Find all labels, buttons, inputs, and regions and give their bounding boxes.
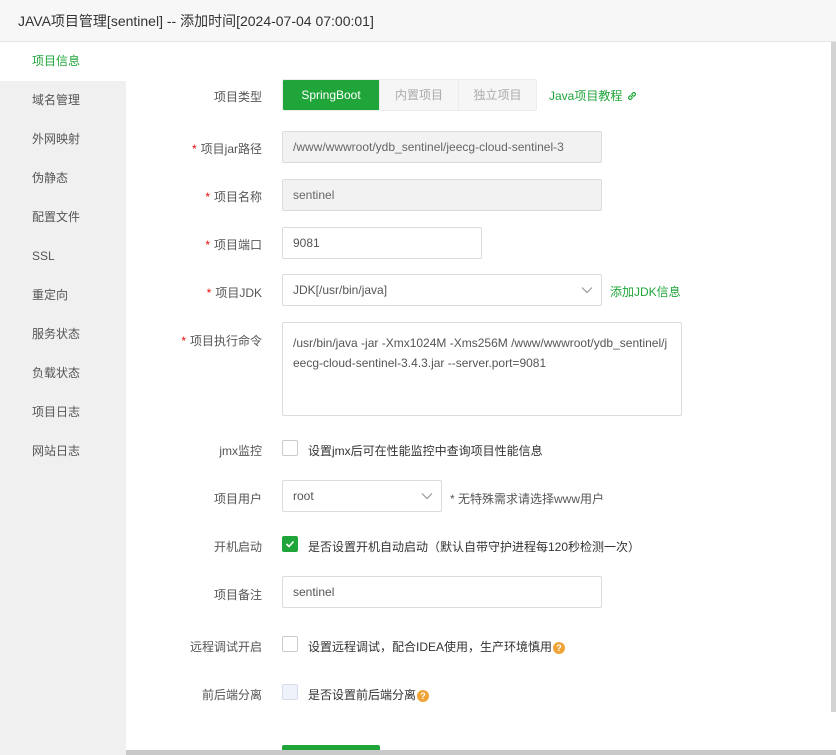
separation-description: 是否设置前后端分离?: [308, 686, 430, 703]
link-icon: [628, 91, 637, 101]
jdk-select[interactable]: JDK[/usr/bin/java]: [282, 274, 602, 306]
remark-input[interactable]: sentinel: [282, 576, 602, 608]
sidebar-item-external-mapping[interactable]: 外网映射: [0, 120, 126, 159]
type-option-builtin[interactable]: 内置项目: [379, 80, 458, 110]
user-label: 项目用户: [213, 492, 262, 506]
remote-debug-description: 设置远程调试，配合IDEA使用，生产环境慎用?: [308, 638, 566, 655]
sidebar-item-config-file[interactable]: 配置文件: [0, 198, 126, 237]
type-label: 项目类型: [213, 90, 262, 104]
sidebar-item-project-info[interactable]: 项目信息: [0, 42, 126, 81]
port-label: * 项目端口: [205, 238, 262, 252]
sidebar: 项目信息 域名管理 外网映射 伪静态 配置文件 SSL 重定向 服务状态 负载状…: [0, 42, 126, 755]
command-label: * 项目执行命令: [181, 334, 262, 348]
sidebar-item-redirect[interactable]: 重定向: [0, 276, 126, 315]
remote-debug-checkbox[interactable]: [282, 636, 298, 652]
add-jdk-link[interactable]: 添加JDK信息: [610, 283, 681, 300]
sidebar-item-load-status[interactable]: 负载状态: [0, 354, 126, 393]
sidebar-item-site-log[interactable]: 网站日志: [0, 432, 126, 471]
help-icon[interactable]: ?: [417, 690, 430, 702]
command-textarea[interactable]: /usr/bin/java -jar -Xmx1024M -Xms256M /w…: [282, 322, 682, 416]
user-hint: * 无特殊需求请选择www用户: [450, 492, 605, 506]
jar-path-input[interactable]: /www/wwwroot/ydb_sentinel/jeecg-cloud-se…: [282, 131, 602, 163]
jdk-label: * 项目JDK: [206, 286, 262, 300]
chevron-down-icon: [581, 287, 593, 294]
sidebar-item-ssl[interactable]: SSL: [0, 237, 126, 276]
type-option-springboot[interactable]: SpringBoot: [283, 80, 379, 110]
chevron-down-icon: [421, 493, 433, 500]
autostart-description: 是否设置开机自动启动（默认自带守护进程每120秒检测一次）: [308, 540, 641, 554]
port-input[interactable]: 9081: [282, 227, 482, 259]
jmx-checkbox[interactable]: [282, 440, 298, 456]
separation-checkbox[interactable]: [282, 684, 298, 700]
separation-label: 前后端分离: [201, 688, 262, 702]
dialog-title: JAVA项目管理[sentinel] -- 添加时间[2024-07-04 07…: [18, 13, 374, 29]
user-select[interactable]: root: [282, 480, 442, 512]
dialog-titlebar: JAVA项目管理[sentinel] -- 添加时间[2024-07-04 07…: [0, 0, 836, 42]
help-icon[interactable]: ?: [553, 642, 566, 654]
sidebar-item-rewrite[interactable]: 伪静态: [0, 159, 126, 198]
sidebar-item-domain[interactable]: 域名管理: [0, 81, 126, 120]
remote-debug-label: 远程调试开启: [189, 640, 262, 654]
autostart-checkbox[interactable]: [282, 536, 298, 552]
type-option-standalone[interactable]: 独立项目: [458, 80, 536, 110]
sidebar-item-project-log[interactable]: 项目日志: [0, 393, 126, 432]
java-tutorial-link[interactable]: Java项目教程: [549, 87, 638, 104]
project-name-input[interactable]: sentinel: [282, 179, 602, 211]
project-name-label: * 项目名称: [205, 190, 262, 204]
project-type-switch: SpringBoot 内置项目 独立项目: [282, 79, 537, 111]
project-form: 项目类型 SpringBoot 内置项目 独立项目 Java项目教程 * 项目ja…: [126, 42, 836, 755]
autostart-label: 开机启动: [213, 540, 262, 554]
scrollbar[interactable]: [831, 42, 836, 712]
sidebar-item-service-status[interactable]: 服务状态: [0, 315, 126, 354]
jmx-description: 设置jmx后可在性能监控中查询项目性能信息: [308, 444, 543, 458]
jar-path-label: * 项目jar路径: [191, 142, 262, 156]
check-icon: [285, 540, 295, 548]
remark-label: 项目备注: [213, 588, 262, 602]
jmx-label: jmx监控: [219, 444, 262, 458]
bottom-scroll-edge: [126, 750, 836, 755]
